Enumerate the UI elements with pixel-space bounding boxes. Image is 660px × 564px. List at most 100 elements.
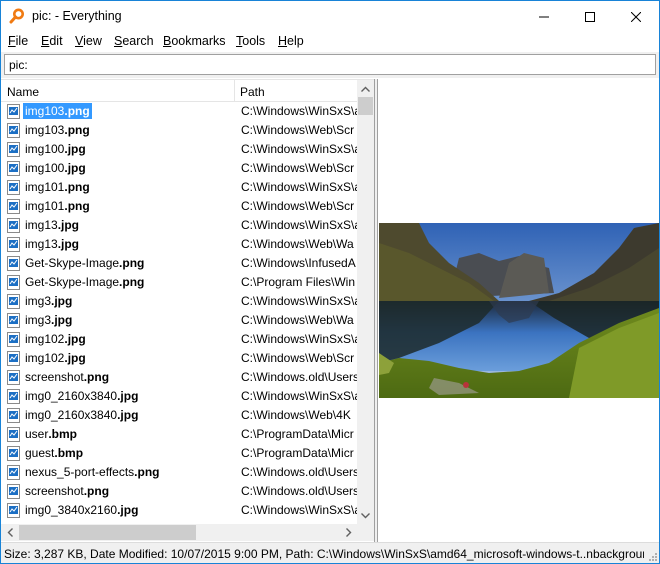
table-row[interactable]: screenshot.png C:\Windows.old\Users bbox=[1, 368, 357, 387]
file-name: Get-Skype-Image.png bbox=[23, 256, 146, 270]
menu-bookmarks[interactable]: Bookmarks bbox=[163, 34, 226, 48]
file-name: img13.jpg bbox=[23, 237, 81, 251]
scrollbar-corner bbox=[357, 524, 374, 541]
list-header: Name Path bbox=[1, 80, 357, 102]
file-name-extension: .jpg bbox=[51, 294, 73, 308]
menu-accel: F bbox=[8, 34, 16, 48]
file-name: user.bmp bbox=[23, 427, 79, 441]
menu-help[interactable]: Help bbox=[278, 34, 304, 48]
file-name-base: guest bbox=[25, 446, 55, 460]
table-row[interactable]: img100.jpg C:\Windows\Web\Scr bbox=[1, 159, 357, 178]
file-name: img101.png bbox=[23, 180, 92, 194]
vertical-scroll-thumb[interactable] bbox=[358, 97, 373, 115]
table-row[interactable]: nexus_5-port-effects.png C:\Windows.old\U… bbox=[1, 463, 357, 482]
file-name: img100.jpg bbox=[23, 161, 88, 175]
table-row[interactable]: img102.jpg C:\Windows\Web\Scr bbox=[1, 349, 357, 368]
table-row[interactable]: img102.jpg C:\Windows\WinSxS\a bbox=[1, 330, 357, 349]
image-file-icon bbox=[7, 199, 20, 214]
table-row[interactable]: img103.png C:\Windows\WinSxS\a bbox=[1, 102, 357, 121]
table-row[interactable]: img0_2160x3840.jpg C:\Windows\Web\4K bbox=[1, 406, 357, 425]
table-row[interactable]: user.bmp C:\ProgramData\Micr bbox=[1, 425, 357, 444]
menu-label: earch bbox=[122, 34, 154, 48]
file-name: img102.jpg bbox=[23, 332, 88, 346]
resize-grip-icon[interactable] bbox=[647, 551, 657, 561]
file-name: screenshot.png bbox=[23, 370, 111, 384]
horizontal-scroll-thumb[interactable] bbox=[19, 525, 196, 540]
table-row[interactable]: img100.jpg C:\Windows\WinSxS\a bbox=[1, 140, 357, 159]
file-name-base: img13 bbox=[25, 218, 58, 232]
file-name: img102.jpg bbox=[23, 351, 88, 365]
scroll-left-button[interactable] bbox=[1, 524, 18, 541]
table-row[interactable]: guest.bmp C:\ProgramData\Micr bbox=[1, 444, 357, 463]
column-header-name[interactable]: Name bbox=[7, 85, 39, 99]
menu-edit[interactable]: Edit bbox=[41, 34, 63, 48]
vertical-scrollbar[interactable] bbox=[357, 80, 374, 524]
file-name-extension: .jpg bbox=[64, 142, 86, 156]
table-row[interactable]: img103.png C:\Windows\Web\Scr bbox=[1, 121, 357, 140]
menu-accel: H bbox=[278, 34, 288, 48]
file-path: C:\Windows.old\Users bbox=[241, 465, 357, 479]
table-row[interactable]: img3.jpg C:\Windows\Web\Wa bbox=[1, 311, 357, 330]
file-name-base: user bbox=[25, 427, 49, 441]
file-name-extension: .png bbox=[64, 104, 90, 118]
file-name: img103.png bbox=[23, 103, 92, 119]
menu-bar: File Edit View Search Bookmarks Tools He… bbox=[1, 32, 659, 52]
table-row[interactable]: img3.jpg C:\Windows\WinSxS\a bbox=[1, 292, 357, 311]
file-name-extension: .jpg bbox=[117, 389, 139, 403]
menu-file[interactable]: File bbox=[8, 34, 28, 48]
status-bar: Size: 3,287 KB, Date Modified: 10/07/201… bbox=[1, 542, 659, 563]
menu-view[interactable]: View bbox=[75, 34, 102, 48]
file-name-base: img0_3840x2160 bbox=[25, 503, 118, 517]
file-path: C:\Windows\WinSxS\a bbox=[241, 503, 357, 517]
file-name-base: img13 bbox=[25, 237, 58, 251]
column-header-path[interactable]: Path bbox=[240, 85, 265, 99]
table-row[interactable] bbox=[1, 520, 357, 522]
menu-label: elp bbox=[287, 34, 304, 48]
image-file-icon bbox=[7, 427, 20, 442]
scroll-up-button[interactable] bbox=[357, 80, 374, 97]
file-name-base: img101 bbox=[25, 180, 65, 194]
table-row[interactable]: Get-Skype-Image.png C:\Windows\InfusedA bbox=[1, 254, 357, 273]
chevron-down-icon bbox=[361, 512, 370, 518]
file-name: screenshot.png bbox=[23, 484, 111, 498]
column-separator[interactable] bbox=[234, 80, 235, 102]
image-file-icon bbox=[7, 313, 20, 328]
menu-accel: V bbox=[75, 34, 84, 48]
image-file-icon bbox=[7, 161, 20, 176]
table-row[interactable]: img0_3840x2160.jpg C:\Windows\WinSxS\a bbox=[1, 501, 357, 520]
everything-window: pic: - Everything File Edit View Search … bbox=[0, 0, 660, 564]
file-path: C:\Windows\InfusedA bbox=[241, 256, 356, 270]
file-name-extension: .png bbox=[64, 199, 90, 213]
file-name: img0_3840x2160.jpg bbox=[23, 503, 140, 517]
magnifier-icon bbox=[9, 8, 24, 24]
chevron-up-icon bbox=[361, 86, 370, 92]
search-bar bbox=[1, 52, 659, 78]
table-row[interactable]: Get-Skype-Image.png C:\Program Files\Win bbox=[1, 273, 357, 292]
table-row[interactable]: img0_2160x3840.jpg C:\Windows\WinSxS\a bbox=[1, 387, 357, 406]
scroll-down-button[interactable] bbox=[357, 507, 374, 524]
table-row[interactable]: img101.png C:\Windows\Web\Scr bbox=[1, 197, 357, 216]
maximize-button[interactable] bbox=[567, 1, 613, 32]
file-name-base: img102 bbox=[25, 351, 65, 365]
menu-search[interactable]: Search bbox=[114, 34, 154, 48]
table-row[interactable]: screenshot.png C:\Windows.old\Users bbox=[1, 482, 357, 501]
file-name-extension: .png bbox=[119, 256, 145, 270]
file-path: C:\Windows\WinSxS\a bbox=[241, 389, 357, 403]
horizontal-scrollbar[interactable] bbox=[1, 524, 357, 541]
file-name: img3.jpg bbox=[23, 294, 74, 308]
menu-tools[interactable]: Tools bbox=[236, 34, 265, 48]
table-row[interactable]: img101.png C:\Windows\WinSxS\a bbox=[1, 178, 357, 197]
table-row[interactable]: img13.jpg C:\Windows\WinSxS\a bbox=[1, 216, 357, 235]
close-button[interactable] bbox=[613, 1, 659, 32]
minimize-button[interactable] bbox=[521, 1, 567, 32]
file-path: C:\Windows\WinSxS\a bbox=[241, 332, 357, 346]
file-name-extension: .png bbox=[119, 275, 145, 289]
file-name: nexus_5-port-effects.png bbox=[23, 465, 162, 479]
scroll-right-button[interactable] bbox=[340, 524, 357, 541]
menu-label: iew bbox=[83, 34, 102, 48]
search-input[interactable] bbox=[4, 54, 656, 75]
file-name-extension: .jpg bbox=[64, 161, 86, 175]
title-bar[interactable]: pic: - Everything bbox=[1, 1, 659, 32]
table-row[interactable]: img13.jpg C:\Windows\Web\Wa bbox=[1, 235, 357, 254]
file-name-base: nexus_5-port-effects bbox=[25, 465, 135, 479]
